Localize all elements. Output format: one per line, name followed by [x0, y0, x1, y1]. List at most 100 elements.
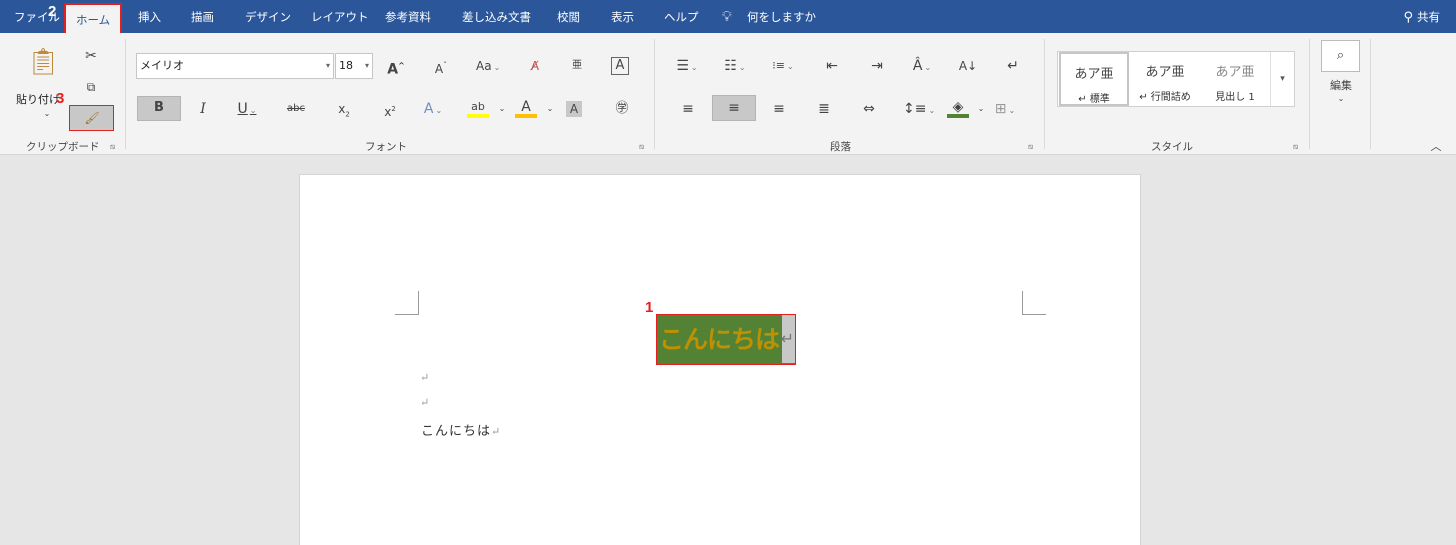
chevron-down-icon: ▾ — [325, 61, 330, 70]
body-paragraph[interactable]: こんにちは↵ — [421, 420, 501, 439]
decrease-indent-icon[interactable]: ⇤ — [821, 55, 843, 77]
crop-mark-top-right — [1022, 291, 1046, 315]
paragraph-mark: ↵ — [491, 425, 502, 438]
numbering-icon[interactable]: ☷ ⌄ — [724, 55, 746, 77]
chevron-down-icon[interactable]: ⌄ — [1330, 88, 1352, 110]
styles-more-icon[interactable]: ▾ — [1270, 52, 1294, 106]
tab-review[interactable]: 校閲 — [557, 0, 580, 33]
ribbon-home: 📋︎ 貼り付け ⌄ ✂ ⧉ 🖌︎ 3 クリップボード ⧅ メイリオ ▾ 18 ▾ A… — [0, 33, 1456, 155]
tab-design[interactable]: デザイン — [245, 0, 291, 33]
step-1-marker: 1 — [645, 299, 654, 316]
tab-insert[interactable]: 挿入 — [138, 0, 161, 33]
clipboard-group-label: クリップボード — [26, 141, 100, 153]
copy-icon[interactable]: ⧉ — [80, 76, 102, 98]
text-effects-icon[interactable]: A ⌄ — [422, 98, 444, 120]
paragraph-mark: ↵ — [420, 396, 430, 409]
line-spacing-icon[interactable]: ↕≡ ⌄ — [903, 98, 935, 120]
style-name: 見出し 1 — [1215, 92, 1255, 103]
font-launcher-icon[interactable]: ⧅ — [639, 142, 644, 152]
character-shading-icon[interactable]: A — [566, 101, 582, 117]
find-icon[interactable]: ⌕ — [1321, 40, 1360, 72]
style-no-spacing[interactable]: あア亜 ↵ 行間詰め — [1130, 52, 1200, 106]
bullets-icon[interactable]: ☰ ⌄ — [676, 55, 698, 77]
align-left-icon[interactable]: ≡ — [677, 98, 699, 120]
clipboard-launcher-icon[interactable]: ⧅ — [110, 142, 115, 152]
align-center-icon[interactable]: ≡ — [723, 97, 745, 119]
styles-group-label: スタイル — [1151, 141, 1193, 153]
distributed-icon[interactable]: ⇔ — [858, 98, 880, 120]
collapse-ribbon-icon[interactable]: ︿ — [1425, 136, 1447, 158]
underline-icon[interactable]: U ⌄ — [236, 98, 258, 120]
sort-icon[interactable]: A↓ — [957, 55, 979, 77]
tab-layout[interactable]: レイアウト — [311, 0, 369, 33]
chevron-down-icon[interactable]: ⌄ — [970, 98, 992, 120]
paragraph-mark: ↵ — [780, 329, 794, 348]
tab-view[interactable]: 表示 — [611, 0, 634, 33]
paragraph-mark: ↵ — [420, 371, 430, 384]
font-group-label: フォント — [365, 141, 407, 153]
superscript-icon[interactable]: x2 — [379, 98, 401, 120]
show-formatting-icon[interactable]: ↵ — [1002, 55, 1024, 77]
style-preview: あア亜 — [1145, 65, 1185, 80]
font-color-icon[interactable]: A — [515, 96, 537, 118]
font-name-combobox[interactable]: メイリオ ▾ — [136, 53, 334, 79]
phonetic-guide-icon[interactable]: 亜 — [566, 55, 588, 77]
chevron-down-icon: ▾ — [364, 61, 369, 70]
shading-icon[interactable]: ◈ — [947, 96, 969, 118]
step-2-marker: 2 — [48, 3, 57, 20]
strikethrough-button[interactable]: abc — [285, 98, 307, 120]
enclose-characters-icon[interactable]: ㊫ — [611, 98, 633, 120]
italic-icon[interactable]: I — [192, 98, 214, 120]
style-name: ↵ 標準 — [1078, 94, 1110, 105]
tab-mailings[interactable]: 差し込み文書 — [462, 0, 531, 33]
justify-icon[interactable]: ≣ — [813, 98, 835, 120]
crop-mark-top-left — [395, 291, 419, 315]
shrink-font-icon[interactable]: Aˇ — [430, 55, 452, 77]
tab-references[interactable]: 参考資料 — [385, 0, 431, 33]
group-divider — [1370, 39, 1371, 149]
increase-indent-icon[interactable]: ⇥ — [866, 55, 888, 77]
step-3-marker: 3 — [56, 90, 65, 107]
paintbrush-icon[interactable]: 🖌︎ — [81, 107, 103, 129]
font-name-value: メイリオ — [140, 59, 184, 72]
align-right-icon[interactable]: ≡ — [768, 98, 790, 120]
clear-formatting-icon[interactable]: A̸ — [524, 55, 546, 77]
person-icon: ⚲ — [1403, 10, 1413, 25]
highlight-color-icon[interactable]: ab — [467, 96, 489, 118]
tell-me-search[interactable]: 何をしますか — [747, 0, 816, 33]
style-name: ↵ 行間詰め — [1139, 92, 1191, 103]
font-size-value: 18 — [339, 59, 353, 72]
paste-dropdown-icon[interactable]: ⌄ — [36, 103, 58, 125]
tab-home[interactable]: ホーム — [64, 3, 123, 33]
group-divider — [654, 39, 655, 149]
paste-icon[interactable]: 📋︎ — [26, 45, 60, 79]
chevron-down-icon[interactable]: ⌄ — [539, 98, 561, 120]
borders-icon[interactable]: ⊞ ⌄ — [994, 98, 1016, 120]
font-size-combobox[interactable]: 18 ▾ — [335, 53, 373, 79]
chevron-down-icon[interactable]: ⌄ — [491, 98, 513, 120]
body-paragraph-text: こんにちは — [421, 424, 492, 439]
share-button[interactable]: ⚲ 共有 — [1403, 0, 1440, 33]
share-label: 共有 — [1417, 10, 1440, 24]
change-case-label: Aa — [476, 59, 492, 73]
subscript-icon[interactable]: x2 — [333, 98, 355, 120]
enclosed-character-icon[interactable]: A — [611, 57, 629, 75]
group-divider — [1044, 39, 1045, 149]
asian-layout-icon[interactable]: Â ⌄ — [911, 55, 933, 77]
tab-help[interactable]: ヘルプ — [664, 0, 699, 33]
multilevel-list-icon[interactable]: ⁝≡ ⌄ — [772, 55, 794, 77]
selected-text-highlight[interactable]: こんにちは ↵ — [656, 314, 796, 365]
paragraph-launcher-icon[interactable]: ⧅ — [1028, 142, 1033, 152]
style-normal[interactable]: あア亜 ↵ 標準 — [1059, 52, 1129, 106]
tab-draw[interactable]: 描画 — [191, 0, 214, 33]
change-case-button[interactable]: Aa ⌄ — [476, 55, 500, 77]
bold-icon[interactable]: B — [148, 97, 170, 119]
style-preview: あア亜 — [1215, 65, 1255, 80]
ribbon-tab-bar: ファイル ホーム 挿入 描画 デザイン レイアウト 参考資料 差し込み文書 校閲… — [0, 0, 1456, 33]
styles-gallery: あア亜 ↵ 標準 あア亜 ↵ 行間詰め あア亜 見出し 1 ▾ — [1057, 51, 1295, 107]
grow-font-icon[interactable]: A^ — [385, 55, 407, 78]
style-heading-1[interactable]: あア亜 見出し 1 — [1200, 52, 1270, 106]
cut-icon[interactable]: ✂ — [80, 45, 102, 67]
lightbulb-icon: 💡︎ — [722, 9, 732, 25]
styles-launcher-icon[interactable]: ⧅ — [1293, 142, 1298, 152]
